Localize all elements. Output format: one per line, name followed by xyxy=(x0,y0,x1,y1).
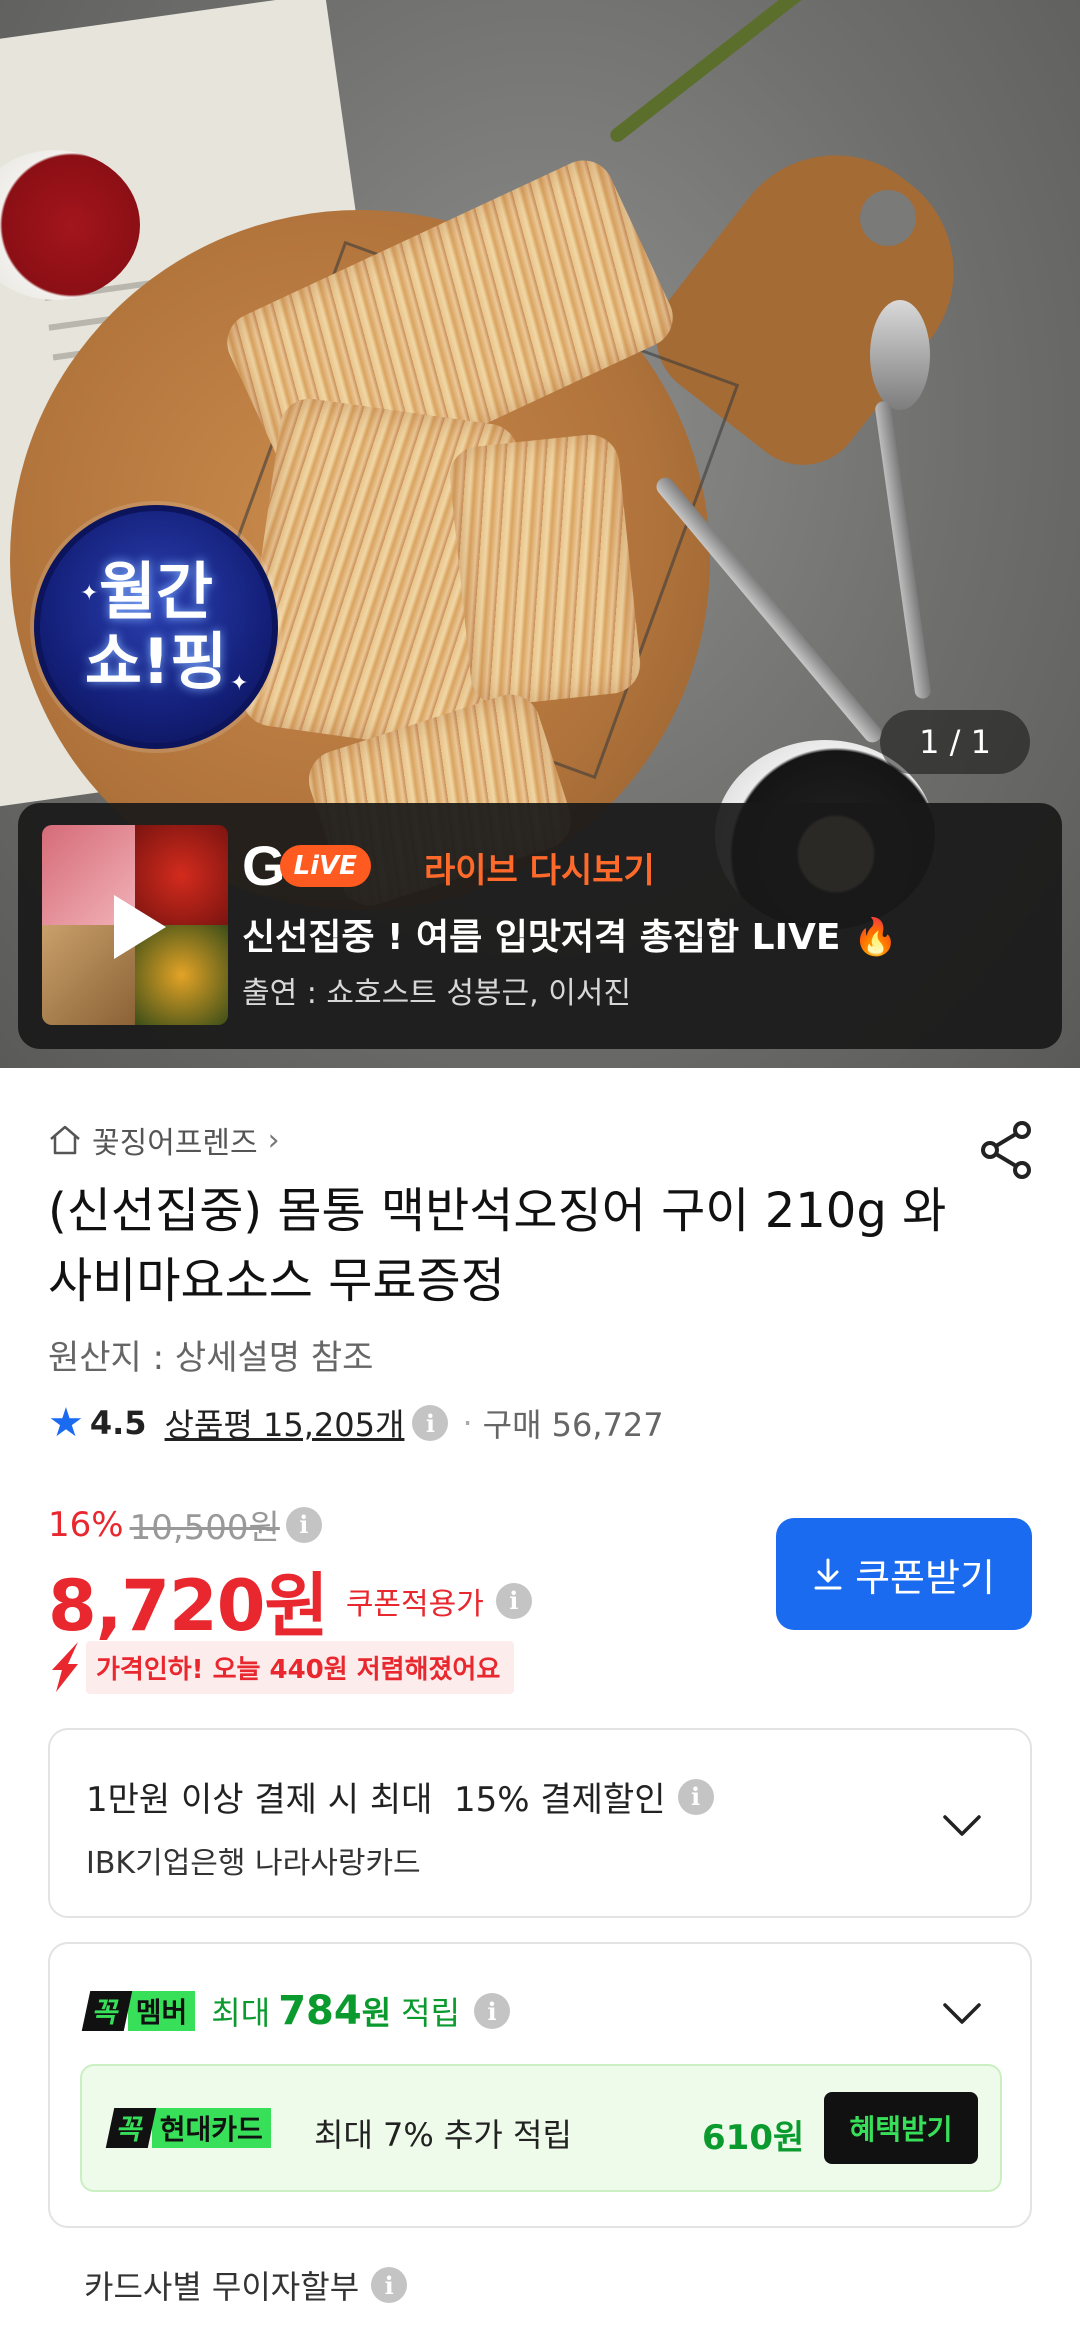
product-hero-image[interactable]: ✦ ✦ 월간 쇼!핑 1 / 1 G LiVE 라이브 다시보기 신선집중 ! … xyxy=(0,0,1080,1068)
share-icon[interactable] xyxy=(978,1120,1034,1180)
coupon-price-label: 쿠폰적용가 xyxy=(345,1586,484,1622)
payment-discount-text: 1만원 이상 결제 시 최대 15% 결제할인 xyxy=(86,1780,666,1820)
spoon-handle xyxy=(874,400,932,700)
play-icon[interactable] xyxy=(114,895,166,959)
sparkle-icon: ✦ xyxy=(230,671,249,696)
monthly-shopping-badge: ✦ ✦ 월간 쇼!핑 xyxy=(34,505,278,749)
info-icon[interactable]: i xyxy=(677,1778,714,1815)
herb-sprig xyxy=(607,0,853,145)
kkok-tag-k: 꼭 xyxy=(105,2108,157,2148)
kkok-tag-member: 멤버 xyxy=(127,1991,196,2031)
price-row: 8,720원 쿠폰적용가 i xyxy=(48,1550,532,1651)
kkok-hyundai-tag: 꼭 현대카드 xyxy=(105,2108,271,2148)
separator-dot: · xyxy=(462,1404,473,1442)
kkok-tag-k: 꼭 xyxy=(81,1991,133,2031)
kkok-tag-card: 현대카드 xyxy=(151,2108,271,2148)
hyundai-card-amount: 610원 xyxy=(702,2118,805,2158)
board-hole xyxy=(860,190,916,246)
member-max-label: 최대 xyxy=(211,1994,271,2032)
chevron-right-icon: › xyxy=(267,1122,280,1158)
live-cast: 출연 : 쇼호스트 성봉근, 이서진 xyxy=(242,976,631,1011)
store-name[interactable]: 꽃징어프렌즈 xyxy=(92,1118,258,1162)
store-breadcrumb[interactable]: 꽃징어프렌즈 › xyxy=(48,1118,280,1162)
purchase-count: 구매 56,727 xyxy=(482,1406,664,1444)
home-icon xyxy=(50,1125,80,1155)
badge-line2: 쇼!핑 xyxy=(84,625,228,698)
live-replay-label[interactable]: 라이브 다시보기 xyxy=(424,843,655,892)
hyundai-card-benefit: 꼭 현대카드 최대 7% 추가 적립 610원 혜택받기 xyxy=(80,2064,1002,2192)
installment-label: 카드사별 무이자할부 xyxy=(84,2268,360,2306)
price-drop-notice: 가격인하! 오늘 440원 저렴해졌어요 xyxy=(48,1640,515,1694)
member-reward-row: 꼭 멤버 최대 784 원 적립 i xyxy=(81,1988,511,2034)
star-icon: ★ xyxy=(48,1400,84,1446)
hyundai-card-desc: 최대 7% 추가 적립 xyxy=(314,2116,572,2154)
spoon xyxy=(870,300,930,410)
rating-row: ★ 4.5 상품평 15,205개 i · 구매 56,727 xyxy=(48,1400,664,1446)
member-reward-unit: 원 xyxy=(361,1994,392,2032)
membership-reward-card[interactable]: 꼭 멤버 최대 784 원 적립 i 꼭 현대카드 최대 7% 추가 적립 61… xyxy=(48,1942,1032,2228)
glive-logo-live: LiVE xyxy=(279,845,371,887)
grilled-squid xyxy=(446,431,644,709)
info-icon[interactable]: i xyxy=(474,1993,511,2029)
live-title[interactable]: 신선집중 ! 여름 입맛저격 총집합 LIVE 🔥 xyxy=(242,908,898,960)
rating-score: 4.5 xyxy=(89,1404,147,1442)
sale-price: 8,720원 xyxy=(48,1565,329,1647)
get-benefit-button[interactable]: 혜택받기 xyxy=(824,2092,978,2164)
info-icon[interactable]: i xyxy=(371,2267,408,2303)
discount-percent: 16% xyxy=(48,1504,124,1545)
original-price: 10,500원 xyxy=(129,1508,280,1548)
sparkle-icon: ✦ xyxy=(80,581,99,606)
payment-discount-card-name: IBK기업은행 나라사랑카드 xyxy=(86,1846,421,1881)
coupon-download-button[interactable]: 쿠폰받기 xyxy=(776,1518,1032,1630)
interest-free-installment[interactable]: 카드사별 무이자할부 i xyxy=(84,2262,408,2308)
badge-line1: 월간 xyxy=(98,555,214,628)
coupon-button-label: 쿠폰받기 xyxy=(855,1557,995,1600)
discount-row: 16% 10,500원 i xyxy=(48,1500,322,1549)
chevron-down-icon[interactable] xyxy=(942,2002,982,2026)
member-accrue-label: 적립 xyxy=(401,1994,461,2032)
product-origin: 원산지 : 상세설명 참조 xyxy=(48,1338,374,1378)
info-icon[interactable]: i xyxy=(285,1506,322,1543)
info-icon[interactable]: i xyxy=(412,1405,449,1441)
product-title: (신선집중) 몸통 맥반석오징어 구이 210g 와사비마요소스 무료증정 xyxy=(48,1183,947,1309)
live-thumbnail[interactable] xyxy=(42,825,228,1025)
download-icon xyxy=(814,1558,842,1590)
member-reward-amount: 784 xyxy=(278,1988,362,2034)
info-icon[interactable]: i xyxy=(495,1582,532,1619)
payment-discount-card[interactable]: 1만원 이상 결제 시 최대 15% 결제할인 i IBK기업은행 나라사랑카드 xyxy=(48,1728,1032,1918)
kkok-member-tag: 꼭 멤버 xyxy=(81,1991,196,2031)
live-replay-banner[interactable]: G LiVE 라이브 다시보기 신선집중 ! 여름 입맛저격 총집합 LIVE … xyxy=(18,803,1062,1049)
price-drop-text: 가격인하! 오늘 440원 저렴해졌어요 xyxy=(86,1640,515,1694)
chevron-down-icon[interactable] xyxy=(942,1814,982,1838)
glive-logo: G LiVE xyxy=(242,838,371,894)
payment-discount-title: 1만원 이상 결제 시 최대 15% 결제할인 i xyxy=(86,1772,714,1821)
image-page-indicator: 1 / 1 xyxy=(880,710,1030,774)
review-count-link[interactable]: 상품평 15,205개 xyxy=(165,1400,405,1446)
